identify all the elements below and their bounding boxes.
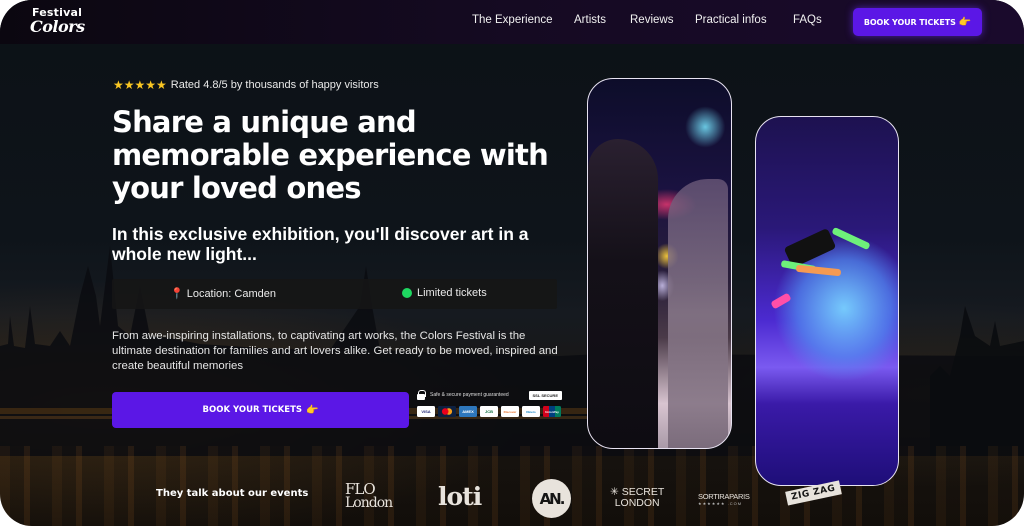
an-logo: AN. (532, 479, 571, 518)
location-info: 📍 Location: Camden (170, 287, 276, 301)
nav-item-artists[interactable]: Artists (574, 14, 606, 26)
sortiraparis-logo: SORTIRAPARIS ★★★★★★ .COM (698, 492, 750, 506)
rating-row: ★★★★★ Rated 4.8/5 by thousands of happy … (113, 78, 379, 92)
nav-item-the-experience[interactable]: The Experience (472, 14, 553, 26)
festival-colors-logo[interactable]: Festival Colors (30, 6, 90, 38)
arm-silhouette (668, 179, 728, 448)
jcb-card-icon: JCB (480, 406, 498, 417)
mastercard-icon (438, 406, 456, 417)
unionpay-card-icon: UnionPay (543, 406, 561, 417)
uv-coloring-table-photo (755, 116, 899, 486)
secure-payment-row: Safe & secure payment guaranteed SSL SEC… (417, 390, 562, 400)
sortir-logo-sub: ★★★★★★ .COM (698, 501, 743, 506)
payment-cards: VISA AMEX JCB Discover Diners UnionPay (417, 406, 562, 417)
book-tickets-nav-label: BOOK YOUR TICKETS (863, 17, 956, 27)
book-tickets-nav-button[interactable]: BOOK YOUR TICKETS 👉 (853, 8, 982, 36)
loti-logo: loti (438, 482, 482, 511)
hero-section: Festival Colors The Experience Artists R… (0, 0, 1024, 526)
top-navbar: Festival Colors The Experience Artists R… (0, 0, 1024, 44)
page-subheadline: In this exclusive exhibition, you'll dis… (112, 224, 529, 264)
green-status-dot-icon (402, 288, 412, 298)
pointing-hand-icon: 👉 (306, 404, 319, 416)
page-headline: Share a unique and memorable experience … (112, 105, 549, 205)
ssl-secure-badge: SSL SECURE (528, 390, 562, 400)
location-pin-icon: 📍 (170, 288, 184, 300)
nav-item-faqs[interactable]: FAQs (793, 14, 822, 26)
flo-logo-bottom: London (345, 495, 393, 511)
flo-london-logo: FLO London (345, 482, 393, 511)
secret-logo-bottom: LONDON (614, 497, 660, 509)
rating-text: Rated 4.8/5 by thousands of happy visito… (170, 79, 379, 91)
orange-marker (795, 264, 842, 277)
nav-item-reviews[interactable]: Reviews (630, 14, 673, 26)
lock-icon (417, 390, 426, 400)
press-label: They talk about our events (156, 488, 309, 499)
star-rating-icons: ★★★★★ (113, 78, 167, 92)
location-text: Location: Camden (186, 287, 276, 300)
secret-london-logo: ✳ SECRET LONDON (610, 487, 664, 509)
neon-exhibition-photo (587, 78, 732, 449)
visa-card-icon: VISA (417, 406, 435, 417)
logo-line2: Colors (30, 17, 85, 36)
book-tickets-main-label: BOOK YOUR TICKETS (202, 405, 303, 415)
pointing-hand-icon: 👉 (958, 16, 972, 28)
event-info-bar: 📍 Location: Camden Limited tickets (112, 279, 557, 309)
nav-item-practical-infos[interactable]: Practical infos (695, 14, 767, 26)
amex-card-icon: AMEX (459, 406, 477, 417)
availability-info: Limited tickets (402, 287, 487, 299)
secure-payment-text: Safe & secure payment guaranteed (430, 392, 509, 398)
visitor-silhouette (588, 139, 658, 448)
pink-marker (770, 292, 792, 310)
green-marker (831, 226, 871, 251)
event-description: From awe-inspiring installations, to cap… (112, 330, 558, 372)
discover-card-icon: Discover (501, 406, 519, 417)
availability-text: Limited tickets (417, 287, 487, 299)
book-tickets-main-button[interactable]: BOOK YOUR TICKETS 👉 (112, 392, 409, 428)
secure-payment-block: Safe & secure payment guaranteed SSL SEC… (417, 390, 562, 417)
diners-card-icon: Diners (522, 406, 540, 417)
sortir-logo-text: SORTIRAPARIS (698, 492, 750, 501)
